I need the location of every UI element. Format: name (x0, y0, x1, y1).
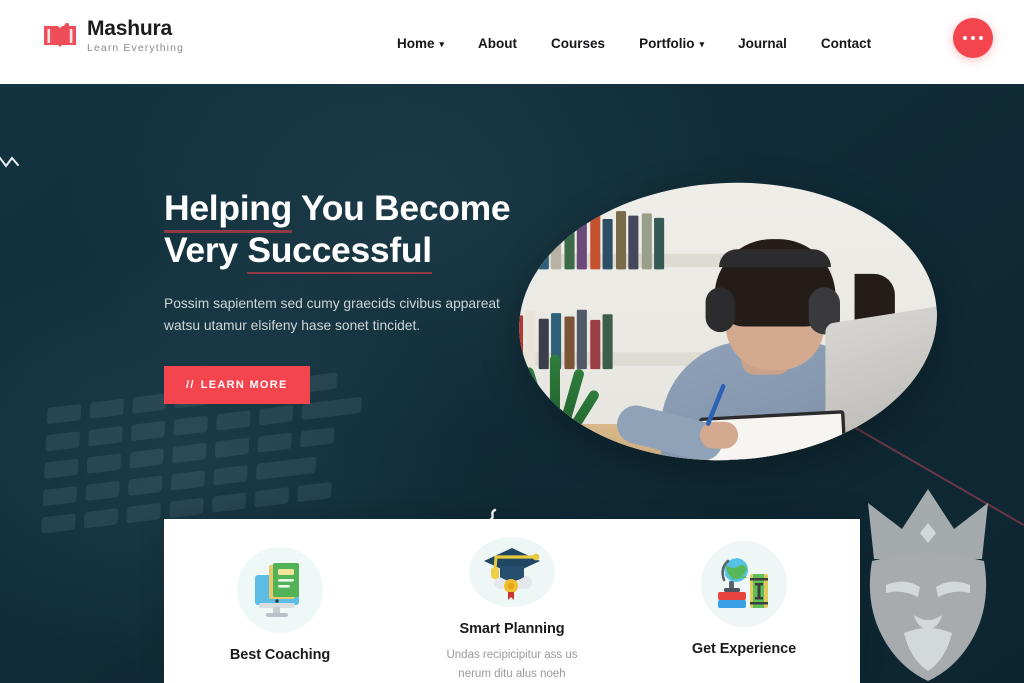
feature-title: Smart Planning (459, 621, 565, 638)
nav-label: Courses (551, 36, 606, 51)
hero-heading-part: You Become (292, 188, 511, 228)
learn-more-button[interactable]: // LEARN MORE (164, 365, 310, 404)
chevron-down-icon: ▾ (439, 39, 445, 49)
ellipsis-icon (970, 35, 976, 41)
nav-label: About (478, 36, 518, 51)
ellipsis-menu-button[interactable] (953, 18, 993, 58)
hero-copy: Helping You Become Very Successful Possi… (164, 188, 524, 404)
nav-label: Home (397, 36, 435, 51)
brand-name: Mashura (87, 17, 172, 41)
ellipsis-icon (978, 35, 984, 41)
main-navigation: Home ▾ About Courses Portfolio ▾ Journal… (380, 32, 888, 55)
hero-paragraph: Possim sapientem sed cumy graecids civib… (164, 296, 500, 334)
graduation-cap-diploma-icon (469, 537, 555, 608)
open-book-checkmark-icon (42, 18, 78, 54)
feature-title: Best Coaching (229, 647, 331, 663)
learn-more-label: LEARN MORE (200, 378, 288, 391)
chevron-down-icon: ▾ (699, 39, 705, 49)
nav-item-contact[interactable]: Contact (804, 32, 888, 55)
feature-title: Get Experience (691, 641, 797, 657)
nav-item-home[interactable]: Home ▾ (380, 32, 461, 55)
hero-heading: Helping You Become Very Successful (164, 188, 524, 274)
feature-get-experience[interactable]: Get Experience (628, 537, 860, 683)
brand-logo[interactable]: Mashura Learn Everything (42, 18, 184, 54)
nav-item-journal[interactable]: Journal (721, 32, 804, 55)
nav-label: Portfolio (639, 36, 695, 51)
nav-item-portfolio[interactable]: Portfolio ▾ (622, 32, 721, 55)
nav-label: Journal (738, 36, 787, 51)
features-card: Best Coaching Smart Planning Undas recip… (164, 519, 860, 683)
ellipsis-icon (962, 35, 968, 41)
slash-prefix: // (186, 378, 195, 391)
globe-with-books-icon (701, 541, 787, 627)
site-header: Mashura Learn Everything Home ▾ About Co… (0, 0, 1024, 84)
feature-description: Undas recipicipitur ass us nerum ditu al… (446, 649, 578, 680)
hero-heading-underlined-word: Helping (164, 188, 293, 233)
feature-best-coaching[interactable]: Best Coaching (164, 537, 396, 683)
hero-heading-underlined-word: Successful (247, 229, 433, 274)
corner-zigzag-icon (0, 154, 20, 175)
monitor-with-book-icon (237, 547, 323, 633)
nav-label: Contact (820, 36, 872, 51)
hero-heading-part: Very (164, 229, 248, 270)
nav-item-courses[interactable]: Courses (534, 32, 622, 55)
nav-item-about[interactable]: About (461, 32, 534, 55)
hero-image-blob (512, 172, 944, 471)
brand-tagline: Learn Everything (87, 42, 184, 55)
feature-smart-planning[interactable]: Smart Planning Undas recipicipitur ass u… (396, 537, 628, 683)
